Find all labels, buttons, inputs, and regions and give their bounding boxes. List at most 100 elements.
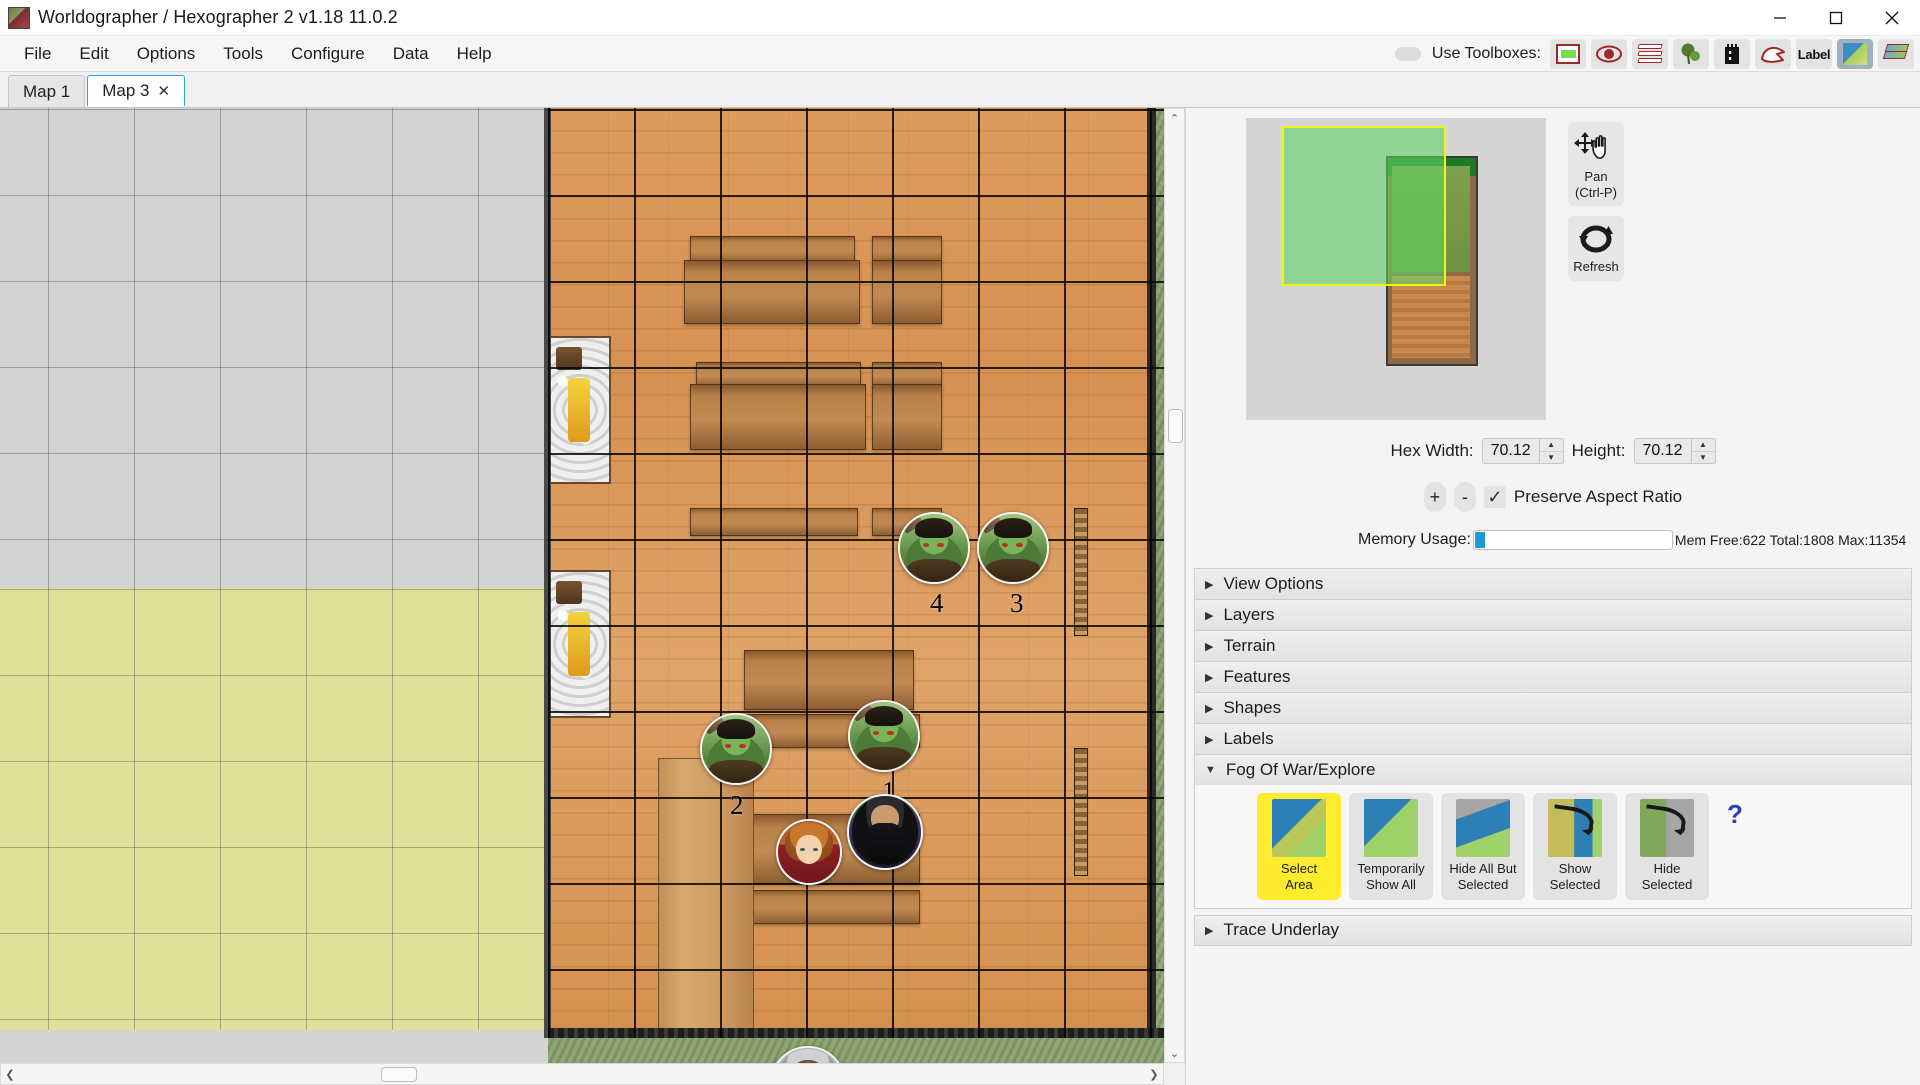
horizontal-scroll-thumb[interactable] — [381, 1067, 417, 1082]
structures-toolbox-button[interactable] — [1714, 39, 1750, 69]
layers-toolbox-button[interactable] — [1632, 39, 1668, 69]
close-button[interactable] — [1864, 0, 1920, 36]
tab-map-3[interactable]: Map 3 ✕ — [87, 75, 185, 107]
menu-tools[interactable]: Tools — [209, 41, 277, 67]
woman-face — [778, 821, 840, 883]
hex-width-up-icon[interactable]: ▲ — [1540, 439, 1563, 452]
hex-height-spinner[interactable]: 70.12 ▲ ▼ — [1634, 438, 1716, 464]
scroll-right-icon[interactable]: ❯ — [1145, 1064, 1163, 1084]
token-number-4: 4 — [930, 588, 944, 619]
memory-usage-label: Memory Usage: — [1358, 531, 1471, 549]
preserve-aspect-checkbox[interactable]: ✓ — [1484, 486, 1506, 508]
select-area-icon — [1272, 799, 1326, 857]
tab-map-1[interactable]: Map 1 — [8, 75, 85, 107]
hex-height-spin-buttons[interactable]: ▲ ▼ — [1692, 438, 1716, 464]
eye-icon — [1595, 44, 1623, 64]
hide-all-but-selected-label-1: Hide All But — [1443, 861, 1523, 877]
menu-options[interactable]: Options — [123, 41, 210, 67]
hex-width-spin-buttons[interactable]: ▲ ▼ — [1540, 438, 1564, 464]
scroll-up-icon[interactable]: ⌃ — [1165, 109, 1184, 127]
window-controls — [1752, 0, 1920, 36]
map-canvas-area[interactable]: 4 3 2 — [0, 108, 1185, 1085]
hide-all-but-selected-label-2: Selected — [1443, 877, 1523, 893]
minimap-viewport-rect[interactable] — [1282, 126, 1446, 286]
temporarily-show-all-button[interactable]: Temporarily Show All — [1349, 793, 1433, 900]
zoom-in-button[interactable]: + — [1424, 482, 1446, 512]
wall-right — [1147, 108, 1156, 1038]
accordion-terrain-label: Terrain — [1223, 636, 1275, 656]
view-toolbox-button[interactable] — [1591, 39, 1627, 69]
token-monk[interactable] — [770, 1046, 846, 1063]
hex-height-input[interactable]: 70.12 — [1634, 438, 1692, 464]
chevron-down-icon: ▼ — [1205, 764, 1216, 776]
accordion-view-options[interactable]: ▶ View Options — [1194, 568, 1912, 599]
shapes-toolbox-button[interactable] — [1755, 39, 1791, 69]
map-tab-strip: Map 1 Map 3 ✕ — [0, 72, 1920, 108]
menu-file[interactable]: File — [10, 41, 65, 67]
maximize-button[interactable] — [1808, 0, 1864, 36]
chevron-right-icon: ▶ — [1205, 671, 1213, 684]
token-orc-4[interactable] — [898, 512, 970, 584]
hex-height-up-icon[interactable]: ▲ — [1692, 439, 1715, 452]
map-horizontal-scrollbar[interactable]: ❮ ❯ — [0, 1063, 1164, 1085]
refresh-tool-button[interactable]: Refresh — [1568, 216, 1624, 281]
map-vertical-scrollbar[interactable]: ⌃ ⌄ — [1164, 108, 1185, 1063]
chevron-right-icon: ▶ — [1205, 609, 1213, 622]
token-bearded-man[interactable] — [847, 794, 923, 870]
hex-width-input[interactable]: 70.12 — [1482, 438, 1540, 464]
hex-width-label: Hex Width: — [1390, 441, 1473, 461]
chevron-right-icon: ▶ — [1205, 578, 1213, 591]
use-toolboxes-toggle[interactable] — [1395, 47, 1421, 61]
hide-selected-button[interactable]: Hide Selected — [1625, 793, 1709, 900]
hex-width-spinner[interactable]: 70.12 ▲ ▼ — [1482, 438, 1564, 464]
accordion-shapes[interactable]: ▶ Shapes — [1194, 692, 1912, 723]
fog-help-button[interactable]: ? — [1727, 799, 1743, 830]
hex-height-down-icon[interactable]: ▼ — [1692, 452, 1715, 464]
accordion-labels[interactable]: ▶ Labels — [1194, 723, 1912, 754]
layers-icon — [1638, 44, 1662, 64]
pan-tool-button[interactable]: Pan (Ctrl-P) — [1568, 122, 1624, 206]
orc-hair — [915, 518, 953, 538]
vertical-scroll-thumb[interactable] — [1168, 409, 1183, 443]
fog-toolbox-button[interactable] — [1837, 39, 1873, 69]
token-orc-1[interactable] — [848, 700, 920, 772]
hide-all-but-selected-icon — [1456, 799, 1510, 857]
select-area-button[interactable]: Select Area — [1257, 793, 1341, 900]
token-orc-3[interactable] — [977, 512, 1049, 584]
token-orc-2[interactable] — [700, 713, 772, 785]
map-viewport[interactable]: 4 3 2 — [0, 108, 1164, 1063]
accordion-fog-of-war[interactable]: ▼ Fog Of War/Explore — [1194, 754, 1912, 785]
fog-grid — [0, 108, 548, 588]
token-woman[interactable] — [776, 819, 842, 885]
features-toolbox-button[interactable] — [1673, 39, 1709, 69]
menu-data[interactable]: Data — [379, 41, 443, 67]
menu-configure[interactable]: Configure — [277, 41, 379, 67]
fireplace-flame-2 — [568, 612, 590, 675]
scroll-left-icon[interactable]: ❮ — [1, 1064, 19, 1084]
accordion-fog-of-war-label: Fog Of War/Explore — [1226, 760, 1376, 780]
accordion-layers[interactable]: ▶ Layers — [1194, 599, 1912, 630]
fog-of-war-body: Select Area Temporarily Show All Hide Al… — [1194, 785, 1912, 909]
monk-face — [772, 1048, 844, 1063]
select-area-label-1: Select — [1259, 861, 1339, 877]
accordion-trace-underlay[interactable]: ▶ Trace Underlay — [1194, 915, 1912, 946]
trace-toolbox-button[interactable] — [1878, 39, 1914, 69]
orc-eye-left — [1002, 543, 1008, 547]
menu-help[interactable]: Help — [443, 41, 506, 67]
fog-selected-region[interactable] — [0, 588, 548, 1030]
fireplace-flame — [568, 378, 590, 441]
accordion-terrain[interactable]: ▶ Terrain — [1194, 630, 1912, 661]
tab-close-icon[interactable]: ✕ — [158, 82, 171, 100]
menu-edit[interactable]: Edit — [65, 41, 122, 67]
minimap-row: Pan (Ctrl-P) Refresh — [1186, 108, 1920, 420]
accordion-features[interactable]: ▶ Features — [1194, 661, 1912, 692]
labels-toolbox-button[interactable]: Label — [1796, 39, 1832, 69]
zoom-out-button[interactable]: - — [1454, 482, 1476, 512]
scroll-down-icon[interactable]: ⌄ — [1165, 1044, 1184, 1062]
minimap[interactable] — [1246, 118, 1546, 420]
hide-all-but-selected-button[interactable]: Hide All But Selected — [1441, 793, 1525, 900]
show-selected-button[interactable]: Show Selected — [1533, 793, 1617, 900]
terrain-toolbox-button[interactable] — [1550, 39, 1586, 69]
minimize-button[interactable] — [1752, 0, 1808, 36]
hex-width-down-icon[interactable]: ▼ — [1540, 452, 1563, 464]
